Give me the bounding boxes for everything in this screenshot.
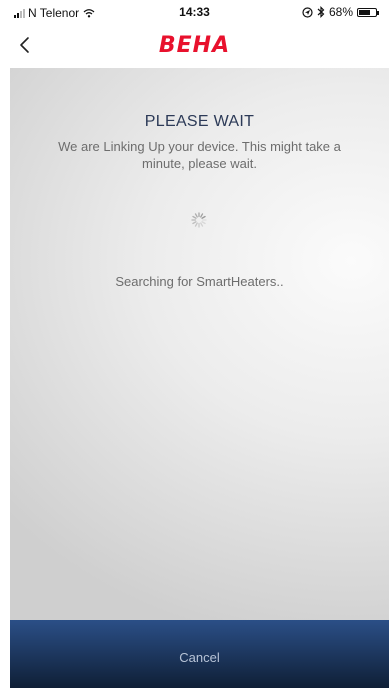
status-right: 68% xyxy=(302,5,379,19)
searching-status: Searching for SmartHeaters.. xyxy=(115,274,284,289)
spinner-spoke xyxy=(200,213,204,218)
content-panel: PLEASE WAIT We are Linking Up your devic… xyxy=(10,68,389,620)
battery-percent: 68% xyxy=(328,5,353,19)
wait-message: We are Linking Up your device. This migh… xyxy=(58,139,341,171)
spinner-spoke xyxy=(200,222,204,227)
spinner-spoke xyxy=(194,213,198,218)
battery-fill xyxy=(359,9,370,15)
cancel-label: Cancel xyxy=(179,650,220,665)
page-title: PLEASE WAIT xyxy=(144,113,255,130)
status-bar: N Telenor 14:33 68% xyxy=(0,0,389,24)
spinner-spoke xyxy=(194,222,198,227)
cancel-button[interactable]: Cancel xyxy=(10,620,389,688)
spinner-spoke xyxy=(192,221,197,225)
loading-spinner-icon xyxy=(191,212,207,228)
linking-screen: N Telenor 14:33 68% BEHA PLEASE WAIT We … xyxy=(0,0,389,688)
spinner-spoke xyxy=(201,221,206,225)
nav-bar: BEHA xyxy=(0,24,389,68)
bluetooth-icon xyxy=(317,6,325,18)
spinner-spoke xyxy=(192,215,197,219)
location-icon xyxy=(302,6,313,18)
beha-logo: BEHA xyxy=(158,33,231,58)
spinner-spoke xyxy=(201,215,206,219)
battery-icon xyxy=(357,7,379,17)
